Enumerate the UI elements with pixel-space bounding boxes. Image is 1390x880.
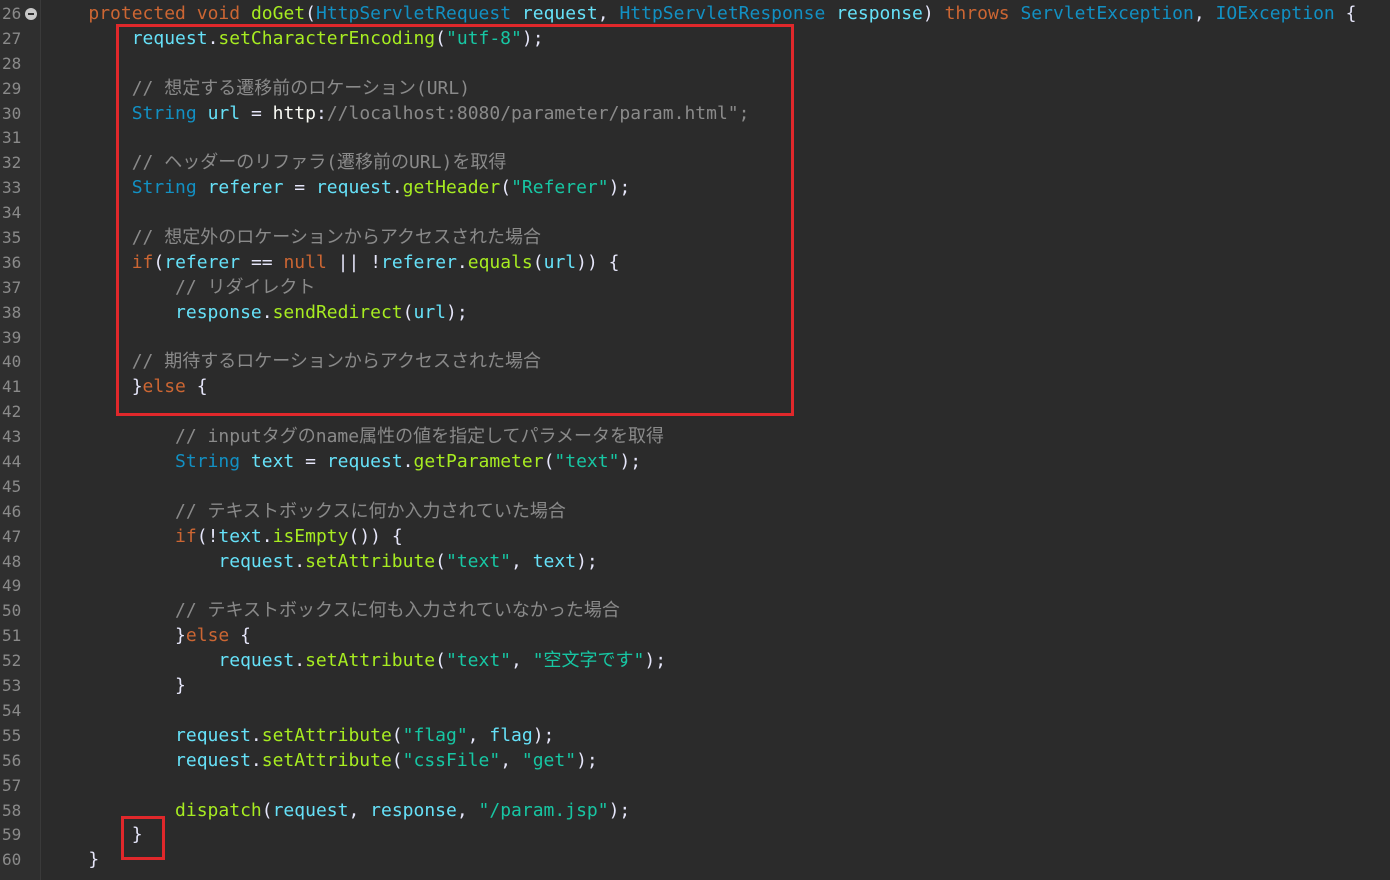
code-line[interactable]: 38 response.sendRedirect(url); — [0, 301, 1390, 326]
code-text: request.setAttribute("cssFile", "get"); — [175, 749, 598, 771]
line-number: 38 — [2, 302, 22, 322]
code-line[interactable]: 57 — [0, 774, 1390, 799]
code-text: } — [131, 824, 143, 846]
line-number: 29 — [2, 78, 22, 98]
code-text: // 想定する遷移前のロケーション(URL) — [131, 77, 471, 99]
code-editor[interactable]: 26 protected void doGet(HttpServletReque… — [0, 0, 1390, 880]
code-text: if(referer == null || !referer.equals(ur… — [131, 251, 620, 273]
code-text: if(!text.isEmpty()) { — [175, 525, 403, 547]
code-line[interactable]: 53 } — [0, 674, 1390, 699]
line-number: 31 — [2, 128, 22, 148]
line-number: 34 — [2, 203, 22, 223]
code-line[interactable]: 48 request.setAttribute("text", text); — [0, 550, 1390, 575]
line-number: 40 — [2, 352, 22, 372]
line-number: 37 — [2, 277, 22, 297]
line-number: 39 — [2, 327, 22, 347]
code-text: // テキストボックスに何も入力されていなかった場合 — [175, 600, 620, 622]
code-text: // リダイレクト — [175, 276, 316, 298]
code-line[interactable]: 28 — [0, 52, 1390, 77]
code-line[interactable]: 42 — [0, 400, 1390, 425]
line-number: 27 — [2, 28, 22, 48]
line-number: 51 — [2, 626, 22, 646]
line-number: 45 — [2, 476, 22, 496]
line-number: 57 — [2, 775, 22, 795]
code-text: String url = http://localhost:8080/param… — [131, 102, 750, 124]
code-text: request.setAttribute("flag", flag); — [175, 724, 555, 746]
code-line[interactable]: 55 request.setAttribute("flag", flag); — [0, 724, 1390, 749]
code-line[interactable]: 44 String text = request.getParameter("t… — [0, 450, 1390, 475]
code-line[interactable]: 49 — [0, 574, 1390, 599]
line-number: 42 — [2, 402, 22, 422]
code-text: protected void doGet(HttpServletRequest … — [88, 3, 1357, 24]
code-line[interactable]: 34 — [0, 201, 1390, 226]
code-line[interactable]: 37 // リダイレクト — [0, 276, 1390, 301]
code-text: request.setAttribute("text", "空文字です"); — [218, 650, 667, 672]
code-area[interactable]: 26 protected void doGet(HttpServletReque… — [0, 2, 1390, 873]
line-number: 48 — [2, 551, 22, 571]
code-text: String referer = request.getHeader("Refe… — [131, 177, 631, 199]
code-text: // テキストボックスに何か入力されていた場合 — [175, 500, 566, 522]
code-line[interactable]: 39 — [0, 326, 1390, 351]
line-number: 33 — [2, 178, 22, 198]
code-text: } — [88, 849, 100, 871]
line-number: 44 — [2, 452, 22, 472]
code-line[interactable]: 50 // テキストボックスに何も入力されていなかった場合 — [0, 599, 1390, 624]
code-text: // ヘッダーのリファラ(遷移前のURL)を取得 — [131, 152, 507, 174]
line-number: 58 — [2, 800, 22, 820]
code-line[interactable]: 46 // テキストボックスに何か入力されていた場合 — [0, 500, 1390, 525]
code-line[interactable]: 33 String referer = request.getHeader("R… — [0, 176, 1390, 201]
line-number: 36 — [2, 252, 22, 272]
line-number: 30 — [2, 103, 22, 123]
line-number: 54 — [2, 700, 22, 720]
code-text: response.sendRedirect(url); — [175, 301, 468, 323]
code-text: // 期待するロケーションからアクセスされた場合 — [131, 351, 541, 373]
code-line[interactable]: 31 — [0, 126, 1390, 151]
code-line[interactable]: 58 dispatch(request, response, "/param.j… — [0, 799, 1390, 824]
line-number: 60 — [2, 850, 22, 870]
code-line[interactable]: 41 }else { — [0, 375, 1390, 400]
code-line[interactable]: 45 — [0, 475, 1390, 500]
line-number: 47 — [2, 526, 22, 546]
line-number: 59 — [2, 825, 22, 845]
code-text: } — [175, 675, 186, 697]
line-number: 43 — [2, 427, 22, 447]
line-number: 50 — [2, 601, 22, 621]
code-line[interactable]: 40 // 期待するロケーションからアクセスされた場合 — [0, 350, 1390, 375]
code-line[interactable]: 54 — [0, 699, 1390, 724]
line-number: 41 — [2, 377, 22, 397]
code-line[interactable]: 56 request.setAttribute("cssFile", "get"… — [0, 749, 1390, 774]
line-number: 55 — [2, 725, 22, 745]
code-line[interactable]: 35 // 想定外のロケーションからアクセスされた場合 — [0, 226, 1390, 251]
code-line[interactable]: 43 // inputタグのname属性の値を指定してパラメータを取得 — [0, 425, 1390, 450]
code-text: // inputタグのname属性の値を指定してパラメータを取得 — [175, 426, 665, 448]
code-text: }else { — [131, 376, 208, 398]
code-text: String text = request.getParameter("text… — [175, 451, 642, 473]
code-text: request.setAttribute("text", text); — [218, 550, 598, 572]
line-number: 52 — [2, 651, 22, 671]
line-number: 46 — [2, 501, 22, 521]
code-line[interactable]: 52 request.setAttribute("text", "空文字です")… — [0, 649, 1390, 674]
line-number: 32 — [2, 153, 22, 173]
code-text: }else { — [175, 625, 251, 647]
code-line[interactable]: 59 } — [0, 823, 1390, 848]
code-text: // 想定外のロケーションからアクセスされた場合 — [131, 227, 541, 249]
line-number: 53 — [2, 676, 22, 696]
line-number: 35 — [2, 228, 22, 248]
code-line[interactable]: 36 if(referer == null || !referer.equals… — [0, 251, 1390, 276]
code-line[interactable]: 30 String url = http://localhost:8080/pa… — [0, 102, 1390, 127]
code-text: request.setCharacterEncoding("utf-8"); — [131, 27, 544, 49]
code-line[interactable]: 26 protected void doGet(HttpServletReque… — [0, 2, 1390, 27]
line-number: 56 — [2, 750, 22, 770]
line-number: 49 — [2, 576, 22, 596]
code-line[interactable]: 29 // 想定する遷移前のロケーション(URL) — [0, 77, 1390, 102]
line-number: 28 — [2, 53, 22, 73]
collapse-fold-icon[interactable] — [25, 8, 37, 20]
code-line[interactable]: 47 if(!text.isEmpty()) { — [0, 525, 1390, 550]
code-text: dispatch(request, response, "/param.jsp"… — [175, 799, 631, 821]
code-line[interactable]: 27 request.setCharacterEncoding("utf-8")… — [0, 27, 1390, 52]
code-line[interactable]: 51 }else { — [0, 624, 1390, 649]
code-line[interactable]: 60 } — [0, 848, 1390, 873]
code-line[interactable]: 32 // ヘッダーのリファラ(遷移前のURL)を取得 — [0, 151, 1390, 176]
